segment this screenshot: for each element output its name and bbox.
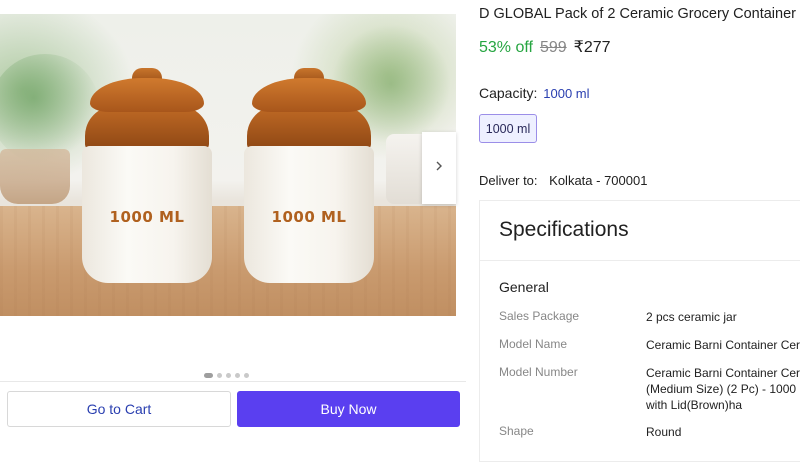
divider: [480, 260, 800, 261]
spec-value-line: Ceramic Barni Container Ceram: [646, 366, 800, 380]
spec-value: Round: [646, 425, 682, 439]
capacity-selected: 1000 ml: [543, 86, 590, 101]
deliver-label: Deliver to:: [479, 173, 538, 188]
capacity-option-1000ml[interactable]: 1000 ml: [479, 114, 537, 143]
chevron-right-icon: [434, 160, 444, 176]
specifications-title: Specifications: [499, 218, 629, 241]
spec-value-line: with Lid(Brown)ha: [646, 398, 743, 412]
jar-label: 1000 ML: [271, 208, 347, 226]
action-bar: Go to Cart Buy Now: [0, 381, 466, 440]
background-pot: [0, 149, 70, 204]
product-image[interactable]: 1000 ML 1000 ML: [0, 14, 456, 316]
current-price: ₹277: [573, 39, 611, 56]
carousel-dots: [204, 373, 249, 378]
spec-group-title: General: [499, 279, 549, 295]
carousel-dot[interactable]: [244, 373, 249, 378]
jar-label: 1000 ML: [109, 208, 185, 226]
price-row: 53% off 599 ₹277: [479, 37, 611, 57]
product-title: D GLOBAL Pack of 2 Ceramic Grocery Conta…: [479, 6, 800, 22]
spec-key: Model Number: [499, 365, 578, 379]
table-surface: [0, 206, 456, 316]
original-price: 599: [539, 39, 567, 56]
capacity-label: Capacity:: [479, 85, 538, 101]
specifications-card: Specifications General Sales Package 2 p…: [479, 200, 800, 462]
spec-value: 2 pcs ceramic jar: [646, 310, 737, 324]
carousel-dot[interactable]: [235, 373, 240, 378]
product-details: D GLOBAL Pack of 2 Ceramic Grocery Conta…: [479, 0, 800, 462]
jar-right: 1000 ML: [244, 68, 374, 283]
delivery-location: Kolkata - 700001: [549, 173, 648, 188]
jar-left: 1000 ML: [82, 68, 212, 283]
spec-key: Model Name: [499, 337, 568, 351]
buy-now-button[interactable]: Buy Now: [237, 391, 460, 427]
spec-key: Sales Package: [499, 309, 580, 323]
carousel-dot[interactable]: [204, 373, 213, 378]
spec-value: Ceramic Barni Container Ceram (Medium Si…: [646, 365, 800, 413]
spec-value-line: (Medium Size) (2 Pc) - 1000 ml: [646, 382, 800, 396]
capacity-row: Capacity: 1000 ml: [479, 85, 590, 101]
spec-key: Shape: [499, 424, 534, 438]
spec-value: Ceramic Barni Container Ceram: [646, 338, 800, 352]
discount-badge: 53% off: [479, 39, 533, 56]
product-gallery: 1000 ML 1000 ML Go to Cart Buy Now: [0, 0, 470, 440]
next-image-button[interactable]: [422, 132, 456, 204]
carousel-dot[interactable]: [226, 373, 231, 378]
delivery-row[interactable]: Deliver to: Kolkata - 700001: [479, 173, 647, 188]
carousel-dot[interactable]: [217, 373, 222, 378]
go-to-cart-button[interactable]: Go to Cart: [7, 391, 231, 427]
